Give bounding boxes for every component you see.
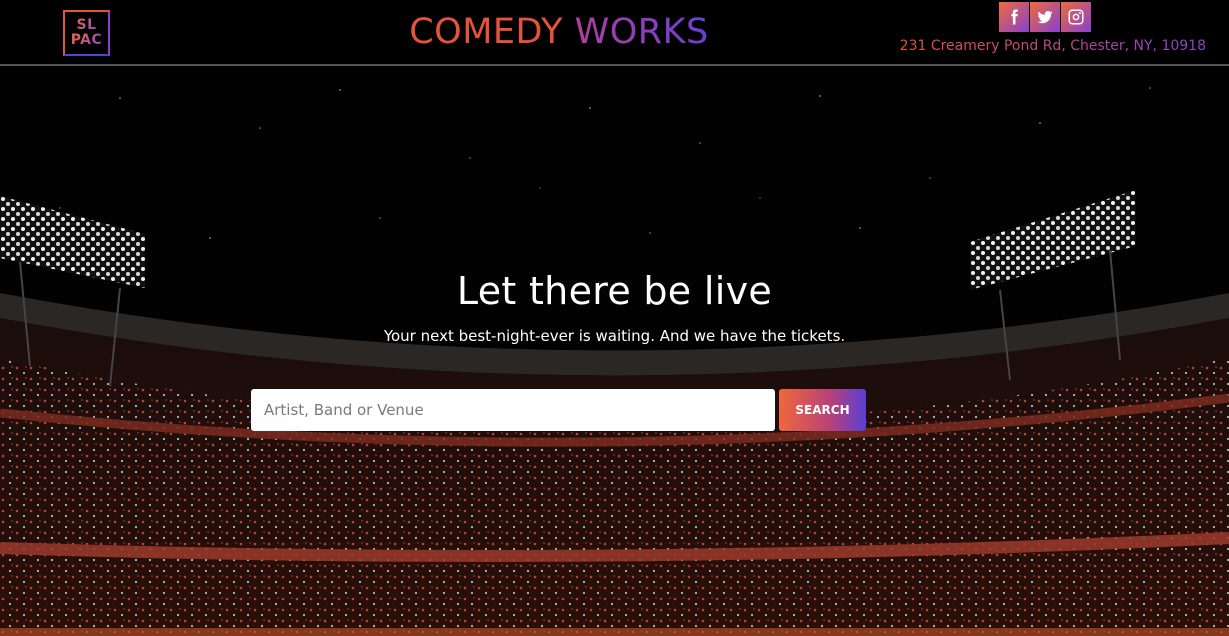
site-title-word1: COMEDY [409, 12, 563, 52]
site-header: SL PAC COMEDY WORKS 231 Creamery Pond Rd… [0, 0, 1229, 66]
logo-text-line1: SL [76, 17, 97, 33]
facebook-icon [1011, 9, 1018, 25]
twitter-icon [1037, 10, 1053, 24]
stadium-background-image [0, 68, 1229, 636]
facebook-button[interactable] [999, 2, 1029, 32]
hero-subline: Your next best-night-ever is waiting. An… [383, 327, 846, 345]
search-input[interactable] [251, 389, 775, 431]
hero-section: Let there be live Your next best-night-e… [0, 68, 1229, 636]
venue-address[interactable]: 231 Creamery Pond Rd, Chester, NY, 10918 [900, 38, 1206, 54]
logo-text-line2: PAC [70, 32, 103, 48]
search-button[interactable]: SEARCH [779, 389, 866, 431]
social-links [999, 2, 1091, 32]
instagram-icon [1068, 9, 1084, 25]
twitter-button[interactable] [1030, 2, 1060, 32]
site-title[interactable]: COMEDY WORKS [400, 12, 718, 52]
slpac-logo[interactable]: SL PAC [63, 10, 110, 56]
hero-headline: Let there be live [456, 269, 773, 313]
instagram-button[interactable] [1061, 2, 1091, 32]
site-title-word2: WORKS [574, 12, 709, 52]
